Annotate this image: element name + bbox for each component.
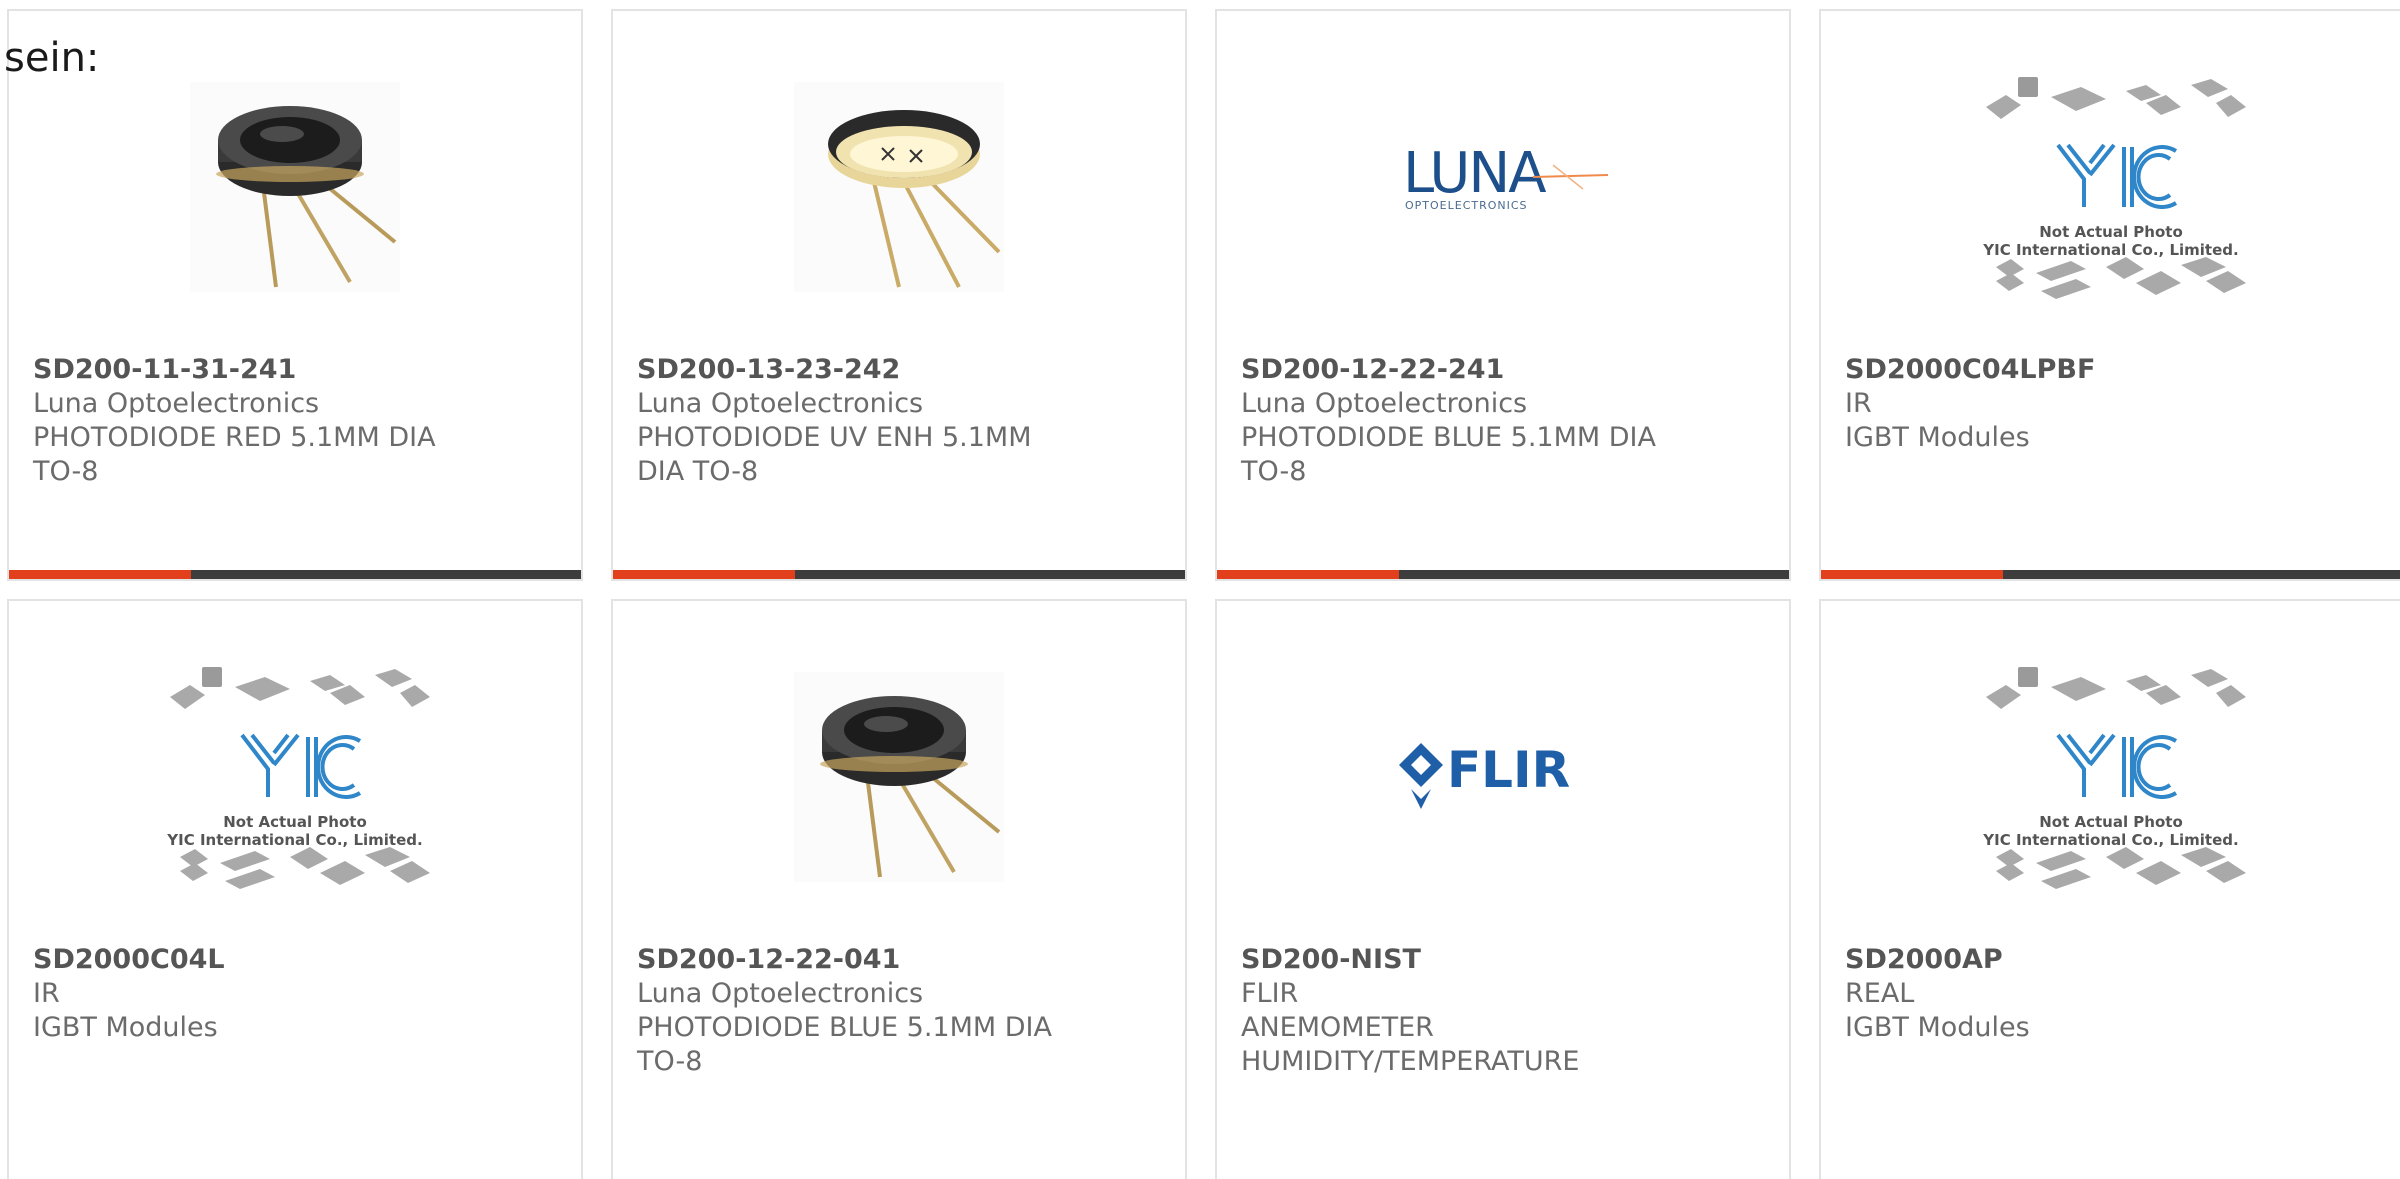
product-info: SD200-11-31-241 Luna Optoelectronics PHO… (33, 353, 565, 489)
product-card[interactable]: Not Actual Photo YIC International Co., … (1819, 599, 2400, 1179)
part-number-link[interactable]: SD200-13-23-242 (637, 353, 1169, 387)
luna-logo: LUNA OPTOELECTRONICS (1217, 77, 1789, 297)
card-accent-bar (1821, 570, 2400, 579)
description: ANEMOMETER HUMIDITY/TEMPERATURE (1241, 1012, 1580, 1077)
photodiode-can-side-icon (613, 667, 1185, 887)
description: IGBT Modules (1845, 422, 2030, 453)
flir-logo-text: FLIR (1447, 741, 1570, 799)
intro-text: sein: (4, 35, 100, 81)
luna-logo-subtext: OPTOELECTRONICS (1405, 199, 1528, 212)
placeholder-line1: Not Actual Photo (2039, 813, 2183, 831)
product-card[interactable]: FLIR SD200-NIST FLIR ANEMOMETER HUMIDITY… (1215, 599, 1791, 1179)
photodiode-can-top-icon (613, 77, 1185, 297)
card-accent-bar (613, 570, 1185, 579)
product-card[interactable]: Not Actual Photo YIC International Co., … (7, 599, 583, 1179)
manufacturer: Luna Optoelectronics (33, 388, 320, 419)
flir-logo: FLIR (1217, 667, 1789, 887)
yic-placeholder: Not Actual Photo YIC International Co., … (1821, 77, 2400, 299)
photodiode-can-side-icon (9, 77, 581, 297)
part-number-link[interactable]: SD200-NIST (1241, 943, 1773, 977)
placeholder-line1: Not Actual Photo (223, 813, 367, 831)
manufacturer: REAL (1845, 978, 1915, 1009)
product-info: SD2000AP REAL IGBT Modules (1845, 943, 2384, 1045)
manufacturer: Luna Optoelectronics (637, 978, 924, 1009)
placeholder-line1: Not Actual Photo (2039, 223, 2183, 241)
manufacturer: IR (33, 978, 60, 1009)
description: IGBT Modules (1845, 1012, 2030, 1043)
yic-placeholder: Not Actual Photo YIC International Co., … (1821, 667, 2400, 889)
product-info: SD200-12-22-041 Luna Optoelectronics PHO… (637, 943, 1169, 1079)
part-number-link[interactable]: SD200-12-22-241 (1241, 353, 1773, 387)
part-number-link[interactable]: SD200-11-31-241 (33, 353, 565, 387)
part-number-link[interactable]: SD2000AP (1845, 943, 2384, 977)
product-grid: SD200-11-31-241 Luna Optoelectronics PHO… (0, 0, 2400, 1179)
product-card[interactable]: SD200-11-31-241 Luna Optoelectronics PHO… (7, 9, 583, 581)
product-card[interactable]: LUNA OPTOELECTRONICS SD200-12-22-241 Lun… (1215, 9, 1791, 581)
product-card[interactable]: Not Actual Photo YIC International Co., … (1819, 9, 2400, 581)
description: PHOTODIODE BLUE 5.1MM DIA TO-8 (637, 1012, 1052, 1077)
product-info: SD200-12-22-241 Luna Optoelectronics PHO… (1241, 353, 1773, 489)
manufacturer: Luna Optoelectronics (1241, 388, 1528, 419)
placeholder-line2: YIC International Co., Limited. (1982, 241, 2238, 259)
description: IGBT Modules (33, 1012, 218, 1043)
manufacturer: FLIR (1241, 978, 1299, 1009)
product-card[interactable]: SD200-12-22-041 Luna Optoelectronics PHO… (611, 599, 1187, 1179)
part-number-link[interactable]: SD2000C04L (33, 943, 565, 977)
card-accent-bar (1217, 570, 1789, 579)
part-number-link[interactable]: SD200-12-22-041 (637, 943, 1169, 977)
part-number-link[interactable]: SD2000C04LPBF (1845, 353, 2384, 387)
product-info: SD200-NIST FLIR ANEMOMETER HUMIDITY/TEMP… (1241, 943, 1773, 1079)
product-card[interactable]: SD200-13-23-242 Luna Optoelectronics PHO… (611, 9, 1187, 581)
description: PHOTODIODE RED 5.1MM DIA TO-8 (33, 422, 436, 487)
description: PHOTODIODE UV ENH 5.1MM DIA TO-8 (637, 422, 1032, 487)
yic-placeholder: Not Actual Photo YIC International Co., … (9, 667, 581, 889)
placeholder-line2: YIC International Co., Limited. (1982, 831, 2238, 849)
product-info: SD2000C04LPBF IR IGBT Modules (1845, 353, 2384, 455)
manufacturer: Luna Optoelectronics (637, 388, 924, 419)
product-info: SD2000C04L IR IGBT Modules (33, 943, 565, 1045)
card-accent-bar (9, 570, 581, 579)
product-info: SD200-13-23-242 Luna Optoelectronics PHO… (637, 353, 1169, 489)
placeholder-line2: YIC International Co., Limited. (166, 831, 422, 849)
description: PHOTODIODE BLUE 5.1MM DIA TO-8 (1241, 422, 1656, 487)
luna-logo-text: LUNA (1403, 147, 1546, 206)
manufacturer: IR (1845, 388, 1872, 419)
